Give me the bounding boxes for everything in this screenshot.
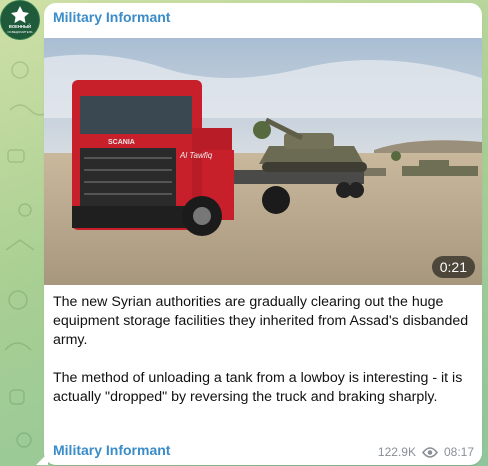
channel-name-header[interactable]: Military Informant [53,9,170,25]
message-paragraph: The new Syrian authorities are gradually… [53,294,469,348]
eye-icon [421,446,438,458]
video-thumbnail: SCANIA Al Tawfiq [44,38,482,285]
message-text: The new Syrian authorities are gradually… [53,293,473,426]
channel-logo: ВОЕННЫЙ ОСВЕДОМИТЕЛЬ [2,2,38,38]
channel-name-footer[interactable]: Military Informant [53,442,170,458]
message-bubble: Military Informant SCANIA Al Tawfiq 0:21… [44,3,482,465]
avatar-line-1: ВОЕННЫЙ [9,24,31,29]
avatar-line-2: ОСВЕДОМИТЕЛЬ [7,30,32,34]
message-paragraph: The method of unloading a tank from a lo… [53,370,463,405]
bubble-tail [36,453,48,465]
view-count: 122.9K [377,445,416,459]
message-meta: 122.9K 08:17 [378,445,474,459]
video-duration-badge: 0:21 [431,256,475,278]
truck-brand-text: SCANIA [108,139,135,146]
truck-door-text: Al Tawfiq [179,151,213,160]
video-preview[interactable]: SCANIA Al Tawfiq 0:21 [44,38,482,285]
message-time: 08:17 [443,445,474,459]
channel-avatar[interactable]: ВОЕННЫЙ ОСВЕДОМИТЕЛЬ [0,0,40,40]
